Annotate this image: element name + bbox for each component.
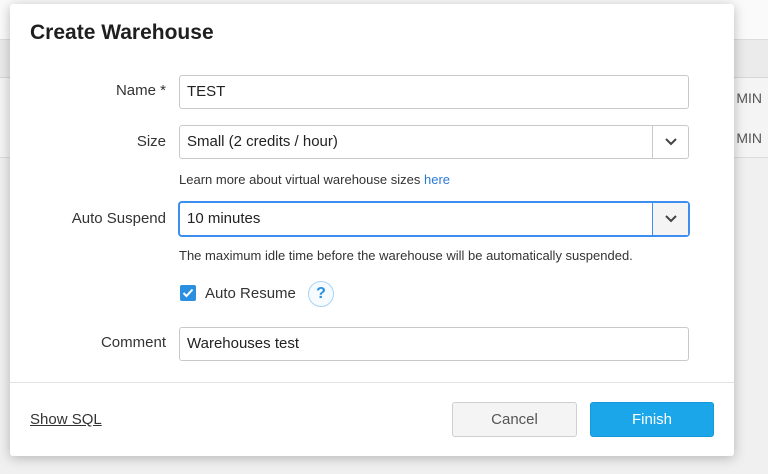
size-select-value: Small (2 credits / hour) — [187, 133, 338, 150]
chevron-down-icon[interactable] — [652, 203, 688, 235]
auto-suspend-select[interactable]: 10 minutes — [179, 202, 689, 236]
finish-button[interactable]: Finish — [590, 402, 714, 437]
chevron-down-icon[interactable] — [652, 126, 688, 158]
background-cell: MIN — [736, 130, 762, 146]
auto-suspend-value: 10 minutes — [187, 210, 261, 227]
comment-input[interactable]: Warehouses test — [179, 327, 689, 361]
required-mark: * — [160, 82, 166, 99]
size-select[interactable]: Small (2 credits / hour) — [179, 125, 689, 159]
name-label: Name * — [115, 82, 166, 99]
auto-suspend-label: Auto Suspend — [71, 210, 166, 227]
checkmark-icon — [182, 288, 194, 298]
size-help: Learn more about virtual warehouse sizes… — [179, 172, 451, 187]
auto-resume-checkbox[interactable] — [180, 285, 196, 301]
comment-label: Comment — [100, 334, 166, 351]
question-mark-icon[interactable]: ? — [308, 281, 334, 307]
auto-resume-label: Auto Resume — [205, 285, 296, 302]
footer-divider — [10, 382, 734, 383]
dialog-title: Create Warehouse — [30, 21, 214, 44]
name-input[interactable]: TEST — [179, 75, 689, 109]
create-warehouse-dialog: Create Warehouse Name * TEST Size Small … — [10, 4, 734, 456]
size-label: Size — [136, 133, 166, 150]
auto-suspend-help: The maximum idle time before the warehou… — [179, 248, 633, 263]
background-cell: MIN — [736, 90, 762, 106]
show-sql-link[interactable]: Show SQL — [30, 411, 102, 428]
cancel-button[interactable]: Cancel — [452, 402, 577, 437]
sizes-help-link[interactable]: here — [424, 172, 450, 187]
